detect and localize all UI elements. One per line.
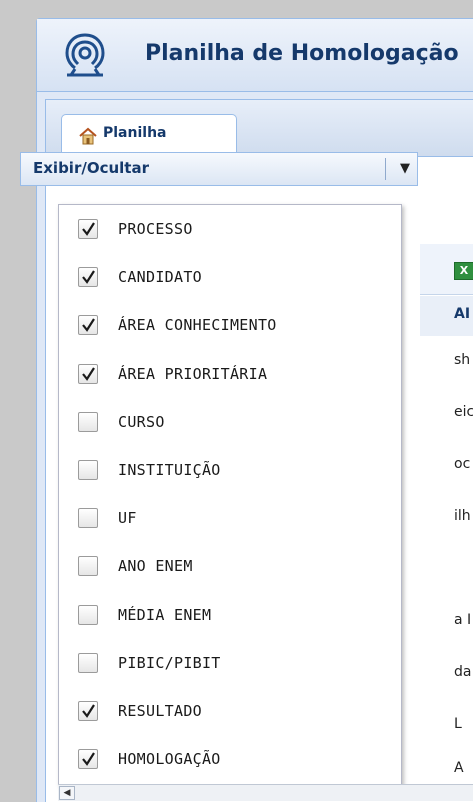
column-option-label: ÁREA PRIORITÁRIA (118, 364, 268, 383)
column-option-label: PIBIC/PIBIT (118, 653, 221, 672)
column-option[interactable]: UF (59, 496, 401, 544)
app-logo-icon (63, 31, 107, 79)
horizontal-scrollbar[interactable]: ◀ (58, 784, 473, 801)
column-option-label: CURSO (118, 412, 165, 431)
table-row[interactable]: da (420, 648, 473, 701)
checkmark-icon (82, 367, 95, 381)
show-hide-columns-combo[interactable]: Exibir/Ocultar ▼ (20, 152, 418, 186)
checkbox-unchecked[interactable] (78, 604, 98, 625)
column-option[interactable]: INSTITUIÇÃO (59, 448, 401, 496)
screen: Planilha de Homologação Planilha X AI sh… (0, 0, 473, 802)
combo-label: Exibir/Ocultar (33, 159, 149, 177)
column-option-label: INSTITUIÇÃO (118, 461, 221, 479)
table-row[interactable]: ilh (420, 492, 473, 545)
grid-header: AI (420, 296, 473, 337)
checkbox-unchecked[interactable] (78, 411, 98, 432)
column-option[interactable]: PROCESSO (59, 207, 401, 255)
checkbox-checked[interactable] (78, 363, 98, 384)
checkmark-icon (82, 704, 95, 718)
dropdown-arrow-icon[interactable]: ▼ (393, 157, 417, 181)
column-option[interactable]: RESULTADO (59, 689, 401, 737)
tab-planilha[interactable]: Planilha (61, 114, 237, 156)
home-icon (78, 126, 98, 146)
checkbox-unchecked[interactable] (78, 556, 98, 577)
combo-divider (385, 158, 386, 180)
checkbox-unchecked[interactable] (78, 508, 98, 529)
column-option[interactable]: ANO ENEM (59, 544, 401, 592)
table-row[interactable] (420, 544, 473, 597)
tab-label: Planilha (103, 125, 167, 141)
table-row[interactable]: A (420, 744, 473, 785)
column-option-label: UF (118, 509, 137, 528)
grid-header-fragment: AI (454, 306, 471, 322)
checkbox-checked[interactable] (78, 749, 98, 770)
column-option-label: CANDIDATO (118, 268, 202, 287)
table-row[interactable]: oc (420, 440, 473, 493)
columns-dropdown-menu: PROCESSO CANDIDATO ÁREA CONHECIMENTO ÁREA P… (58, 204, 402, 786)
checkbox-unchecked[interactable] (78, 652, 98, 673)
checkbox-checked[interactable] (78, 315, 98, 336)
checkmark-icon (82, 222, 95, 236)
column-option-label: ANO ENEM (118, 557, 193, 576)
column-option[interactable]: CANDIDATO (59, 255, 401, 303)
checkbox-checked[interactable] (78, 701, 98, 721)
tab-strip: Planilha (46, 100, 473, 157)
checkbox-unchecked[interactable] (78, 460, 98, 480)
column-option-label: HOMOLOGAÇÃO (118, 750, 221, 769)
column-option-label: MÉDIA ENEM (118, 605, 212, 624)
table-row[interactable]: a I (420, 596, 473, 649)
table-row[interactable]: sh (420, 336, 473, 389)
checkmark-icon (82, 318, 95, 333)
column-option-label: RESULTADO (118, 702, 202, 720)
column-option-label: PROCESSO (118, 220, 193, 238)
window-title: Planilha de Homologação (145, 41, 459, 66)
column-option[interactable]: HOMOLOGAÇÃO (59, 737, 401, 785)
table-row[interactable]: eic (420, 388, 473, 441)
checkmark-icon (82, 270, 95, 285)
column-option[interactable]: MÉDIA ENEM (59, 593, 401, 641)
column-option[interactable]: PIBIC/PIBIT (59, 641, 401, 689)
scroll-left-arrow-icon[interactable]: ◀ (59, 786, 75, 800)
checkbox-checked[interactable] (78, 267, 98, 288)
column-option[interactable]: ÁREA CONHECIMENTO (59, 303, 401, 351)
column-option[interactable]: ÁREA PRIORITÁRIA (59, 352, 401, 400)
column-option[interactable]: CURSO (59, 400, 401, 448)
checkbox-checked[interactable] (78, 219, 98, 239)
window-titlebar: Planilha de Homologação (37, 19, 473, 92)
checkmark-icon (82, 752, 95, 767)
excel-export-icon[interactable]: X (454, 262, 473, 280)
column-option-label: ÁREA CONHECIMENTO (118, 316, 277, 335)
